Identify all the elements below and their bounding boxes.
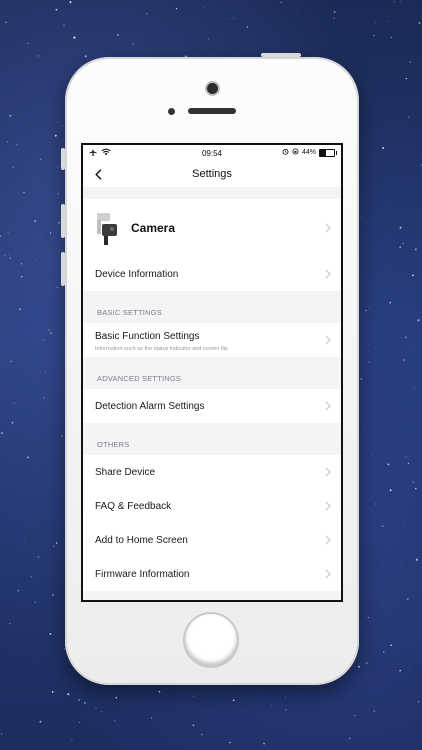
navigation-bar: Settings — [83, 161, 341, 187]
alarm-icon — [282, 148, 289, 157]
chevron-right-icon — [325, 335, 331, 345]
battery-percent: 44% — [301, 149, 316, 156]
chevron-right-icon — [325, 535, 331, 545]
home-button[interactable] — [185, 614, 237, 666]
list-item-label: Detection Alarm Settings — [95, 401, 205, 412]
list-item-label: FAQ & Feedback — [95, 501, 172, 512]
list-item-label: Device Information — [95, 269, 179, 280]
section-header-basic: BASIC SETTINGS — [83, 291, 341, 323]
phone-screen: 09:54 44% Settings Camera Device Informa… — [83, 145, 341, 600]
volume-up-button — [61, 204, 65, 238]
status-bar: 09:54 44% — [83, 145, 341, 161]
list-item-firmware-information[interactable]: Firmware Information — [83, 557, 341, 591]
settings-list: Camera Device Information BASIC SETTINGS… — [83, 187, 341, 591]
section-header-advanced: ADVANCED SETTINGS — [83, 357, 341, 389]
list-item-label: Firmware Information — [95, 569, 190, 580]
device-row[interactable]: Camera — [83, 199, 341, 257]
list-item-add-to-home-screen[interactable]: Add to Home Screen — [83, 523, 341, 557]
chevron-right-icon — [325, 223, 331, 233]
list-item-sublabel: Information such as the status indicator… — [95, 346, 228, 352]
battery-level — [320, 149, 327, 156]
battery-icon — [319, 148, 337, 157]
mute-switch — [61, 148, 65, 170]
chevron-right-icon — [325, 569, 331, 579]
list-item-detection-alarm-settings[interactable]: Detection Alarm Settings — [83, 389, 341, 423]
section-header-others: OTHERS — [83, 423, 341, 455]
camera-device-icon — [95, 212, 121, 246]
front-camera — [207, 83, 218, 94]
page-title: Settings — [192, 168, 232, 180]
volume-down-button — [61, 252, 65, 286]
power-button — [261, 53, 301, 57]
device-name: Camera — [131, 221, 176, 235]
list-item-label: Share Device — [95, 467, 156, 478]
chevron-right-icon — [325, 269, 331, 279]
list-item-share-device[interactable]: Share Device — [83, 455, 341, 489]
orientation-lock-icon — [292, 148, 299, 157]
earpiece-speaker — [188, 108, 236, 114]
list-item-label: Add to Home Screen — [95, 535, 188, 546]
proximity-sensor — [168, 108, 175, 115]
list-item-label: Basic Function Settings — [95, 331, 200, 342]
list-item-device-information[interactable]: Device Information — [83, 257, 341, 291]
chevron-right-icon — [325, 401, 331, 411]
chevron-right-icon — [325, 467, 331, 477]
list-item-basic-function-settings[interactable]: Basic Function Settings Information such… — [83, 323, 341, 357]
list-item-faq-feedback[interactable]: FAQ & Feedback — [83, 489, 341, 523]
chevron-right-icon — [325, 501, 331, 511]
